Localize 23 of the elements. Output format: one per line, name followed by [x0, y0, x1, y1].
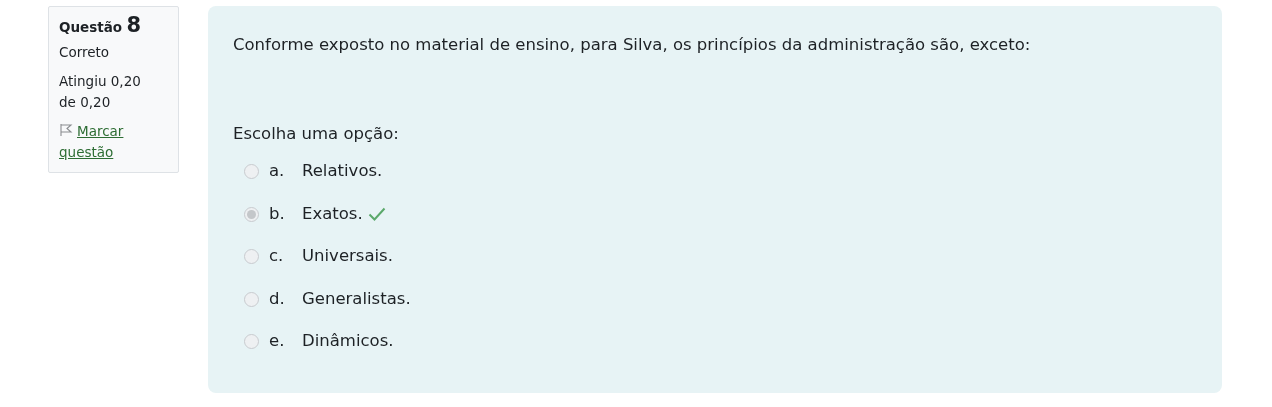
- option-text: Generalistas.: [302, 287, 411, 310]
- option-text: Relativos.: [302, 160, 383, 183]
- option-text: Dinâmicos.: [302, 330, 394, 353]
- radio-button[interactable]: [244, 291, 259, 307]
- option-letter: a.: [269, 160, 286, 183]
- option-text: Exatos.: [302, 202, 363, 225]
- radio-button[interactable]: [244, 334, 259, 350]
- option-letter: d.: [269, 287, 286, 310]
- question-text: Conforme exposto no material de ensino, para Silva, os princípios da administração são, exceto:: [233, 34, 1032, 56]
- radio-button[interactable]: [244, 164, 259, 180]
- choice-prompt: Escolha uma opção:: [233, 122, 400, 145]
- question-state: Correto: [59, 43, 111, 62]
- flag-question-link[interactable]: Marcar questão: [59, 121, 156, 163]
- question-number: 8: [126, 13, 142, 37]
- option-letter: c.: [269, 245, 285, 268]
- option-text: Universais.: [302, 245, 393, 268]
- question-label: Questão: [59, 19, 123, 35]
- radio-button[interactable]: [244, 206, 259, 222]
- question-grade: Atingiu 0,20 de 0,20: [59, 72, 142, 112]
- option-letter: e.: [269, 330, 286, 353]
- option-letter: b.: [269, 202, 286, 225]
- flag-icon: [59, 123, 73, 137]
- radio-button[interactable]: [244, 249, 259, 265]
